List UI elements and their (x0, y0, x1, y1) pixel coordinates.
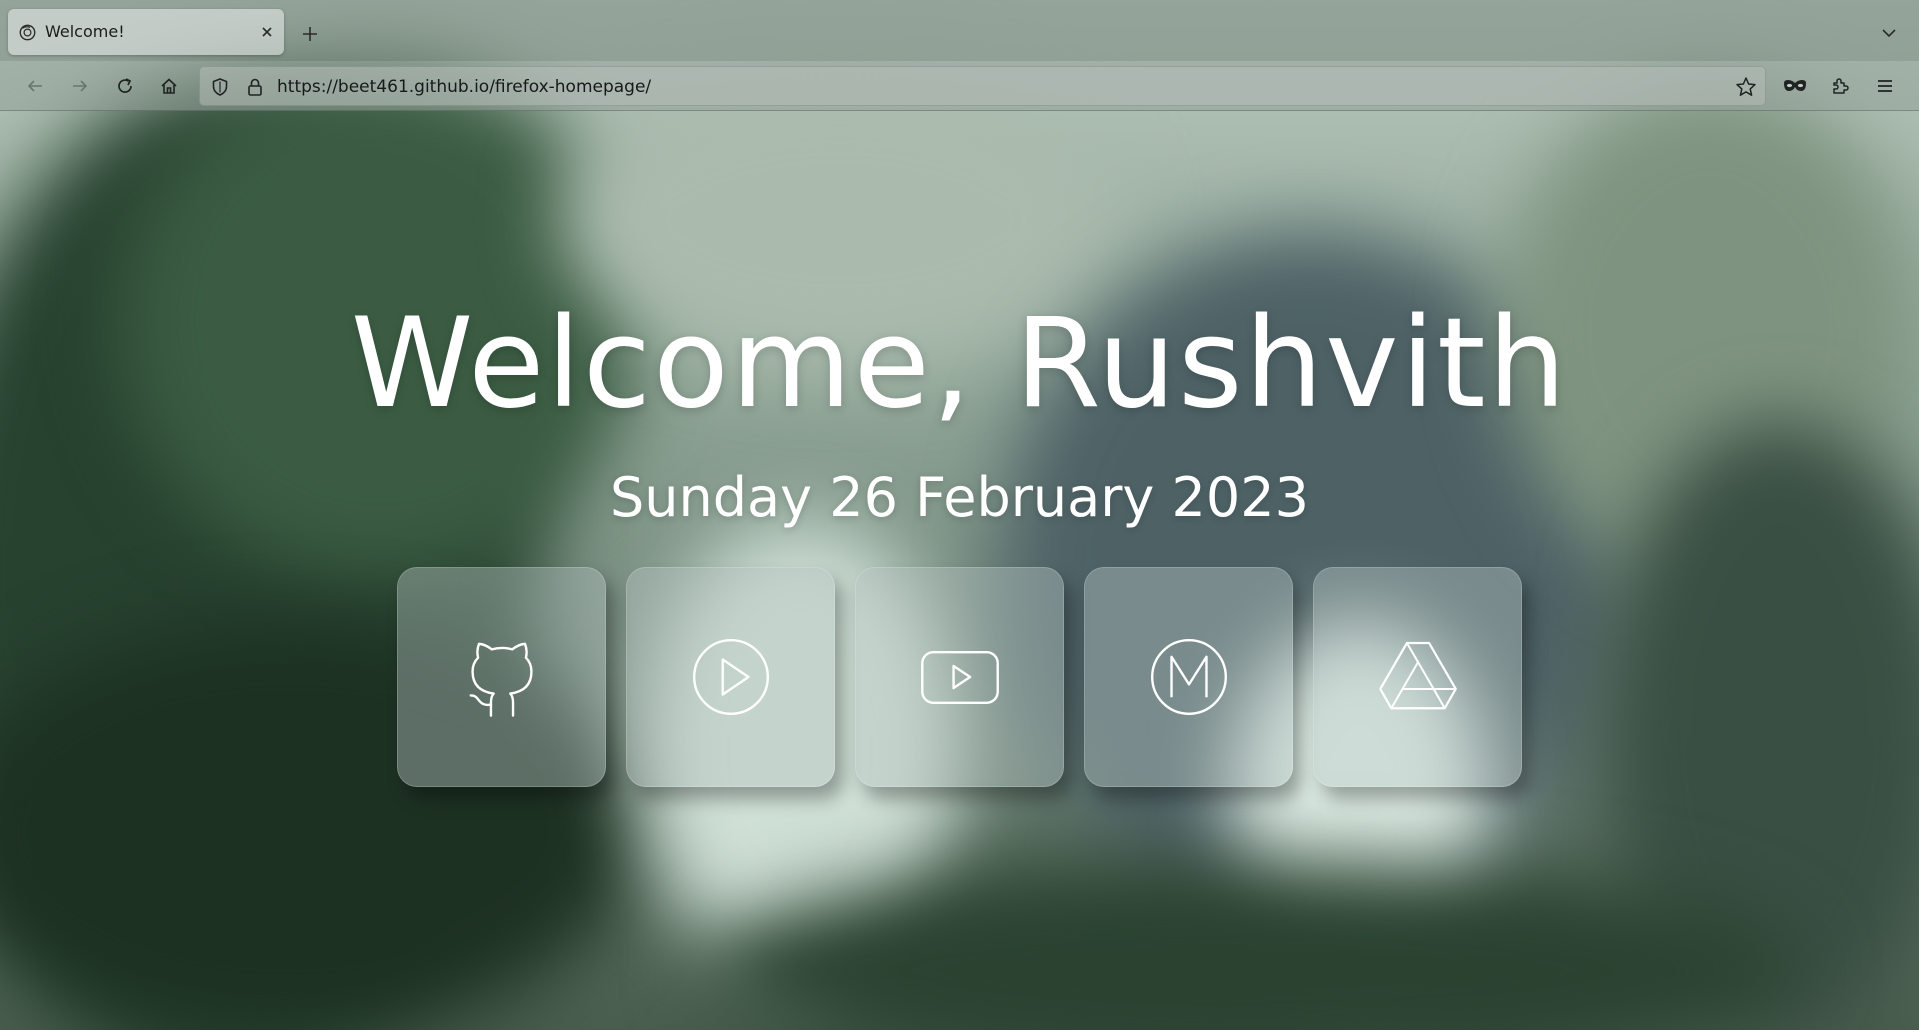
forward-button[interactable] (64, 70, 96, 102)
github-icon (469, 642, 533, 717)
play-circle-icon (692, 639, 769, 715)
shortcut-grid (397, 567, 1525, 787)
reload-icon (118, 78, 132, 93)
tab-title: Welcome! (45, 22, 125, 41)
plus-icon (303, 27, 317, 41)
application-menu-button[interactable] (1869, 70, 1901, 102)
youtube-icon (920, 650, 999, 704)
shortcut-youtube[interactable] (855, 567, 1064, 787)
google-drive-icon (1378, 641, 1457, 710)
extensions-button[interactable] (1824, 70, 1856, 102)
reload-button[interactable] (109, 70, 141, 102)
puzzle-icon (1833, 78, 1849, 94)
star-icon[interactable] (1735, 76, 1757, 98)
welcome-heading: Welcome, Rushvith (350, 292, 1569, 436)
mask-icon (1784, 80, 1806, 91)
hamburger-menu-icon (1878, 80, 1892, 92)
shortcut-google-drive[interactable] (1313, 567, 1522, 787)
gmail-m-icon (1150, 639, 1227, 715)
url-bar[interactable]: https://beet461.github.io/firefox-homepa… (199, 66, 1766, 106)
tab-welcome[interactable]: Welcome! (8, 9, 284, 55)
close-icon[interactable] (258, 23, 276, 41)
private-browsing-button[interactable] (1779, 70, 1811, 102)
arrow-right-icon (73, 80, 88, 92)
url-text[interactable]: https://beet461.github.io/firefox-homepa… (277, 77, 651, 97)
home-icon (161, 78, 177, 94)
shortcut-play[interactable] (626, 567, 835, 787)
shortcut-github[interactable] (397, 567, 606, 787)
new-tab-button[interactable] (296, 20, 324, 48)
back-button[interactable] (19, 70, 51, 102)
firefox-homepage-favicon (19, 24, 36, 41)
lock-icon[interactable] (246, 77, 264, 97)
tab-strip: Welcome! (0, 0, 1919, 61)
home-button[interactable] (153, 70, 185, 102)
homepage-content: Welcome, Rushvith Sunday 26 February 202… (0, 112, 1919, 1030)
chevron-down-icon (1882, 29, 1896, 38)
list-all-tabs-button[interactable] (1876, 20, 1902, 46)
shield-icon[interactable] (210, 77, 230, 97)
current-date: Sunday 26 February 2023 (610, 466, 1309, 529)
arrow-left-icon (27, 80, 42, 92)
shortcut-gmail[interactable] (1084, 567, 1293, 787)
navigation-toolbar: https://beet461.github.io/firefox-homepa… (0, 61, 1919, 111)
